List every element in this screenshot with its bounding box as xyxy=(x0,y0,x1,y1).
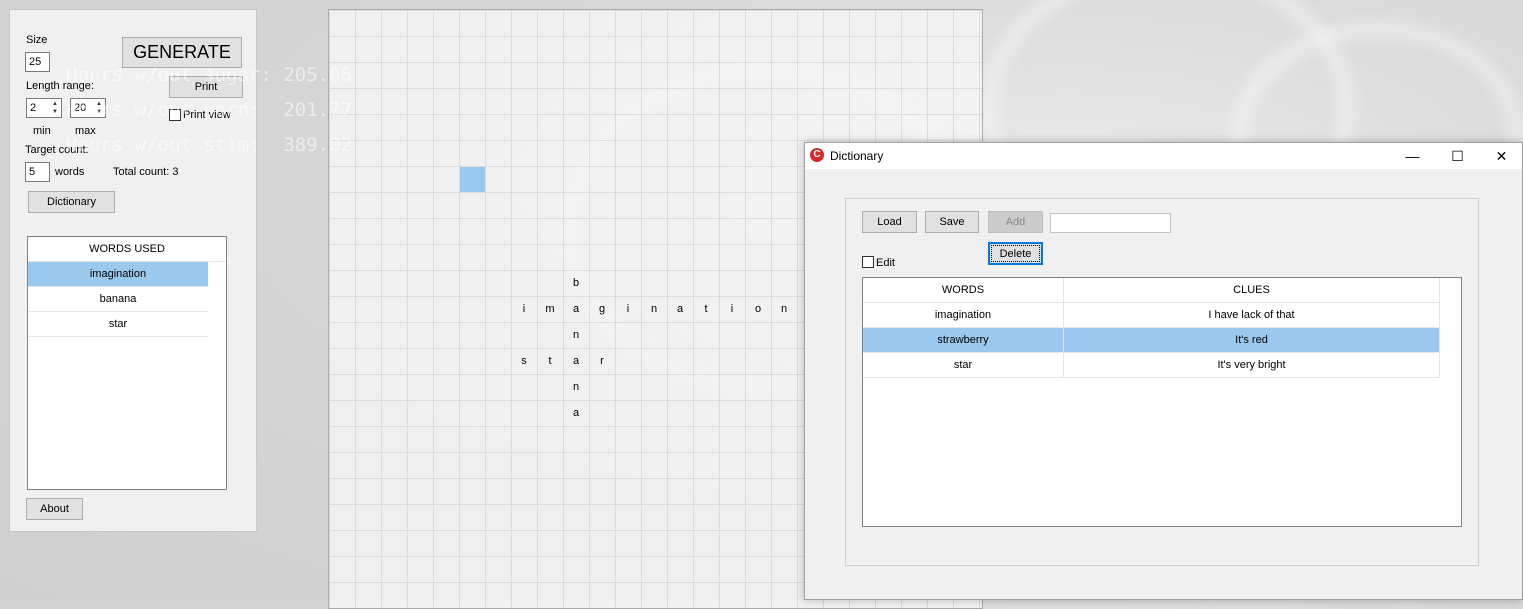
table-row[interactable]: star It's very bright xyxy=(863,353,1440,378)
load-button[interactable]: Load xyxy=(862,211,917,233)
dictionary-button[interactable]: Dictionary xyxy=(28,191,115,213)
list-item[interactable]: imagination xyxy=(28,262,208,287)
window-title: Dictionary xyxy=(830,149,884,163)
table-row[interactable]: imagination I have lack of that xyxy=(863,303,1440,328)
add-button[interactable]: Add xyxy=(988,211,1043,233)
grid-letter: g xyxy=(598,303,606,315)
grid-letter: i xyxy=(522,303,526,315)
print-view-checkbox[interactable] xyxy=(169,109,181,121)
print-button[interactable]: Print xyxy=(169,76,243,98)
generate-button[interactable]: GENERATE xyxy=(122,37,242,68)
grid-letter: t xyxy=(704,303,708,315)
dictionary-window: C Dictionary — ☐ ✕ Load Save Add Delete … xyxy=(804,142,1523,600)
print-view-label: Print view xyxy=(183,109,231,121)
words-label: words xyxy=(55,166,85,178)
word-input[interactable] xyxy=(1050,213,1171,233)
min-length-spinbox[interactable]: 2 ▲ ▼ xyxy=(26,98,62,118)
total-count-label: Total count: 3 xyxy=(113,166,179,178)
grid-letter: a xyxy=(572,303,580,315)
edit-label: Edit xyxy=(876,257,895,269)
grid-letter: m xyxy=(545,303,555,315)
size-input[interactable]: 25 xyxy=(25,52,50,72)
title-bar[interactable]: C Dictionary — ☐ ✕ xyxy=(805,143,1522,169)
spin-up-icon[interactable]: ▲ xyxy=(50,100,60,108)
dictionary-table[interactable]: WORDS CLUES imagination I have lack of t… xyxy=(862,277,1462,527)
target-count-label: Target count: xyxy=(25,144,89,156)
grid-letter: s xyxy=(521,355,527,367)
max-label: max xyxy=(75,125,96,137)
word-cell[interactable]: imagination xyxy=(863,303,1064,328)
spin-up-icon[interactable]: ▲ xyxy=(94,100,104,108)
words-used-list[interactable]: WORDS USED imagination banana star xyxy=(27,236,227,490)
min-label: min xyxy=(33,125,51,137)
grid-letter: i xyxy=(626,303,630,315)
maximize-icon[interactable]: ☐ xyxy=(1435,143,1480,169)
grid-letter: n xyxy=(572,381,580,393)
spin-down-icon[interactable]: ▼ xyxy=(94,108,104,116)
target-count-input[interactable]: 5 xyxy=(25,162,50,182)
about-button[interactable]: About xyxy=(26,498,83,520)
clue-cell[interactable]: It's very bright xyxy=(1064,353,1440,378)
grid-letter: n xyxy=(572,329,580,341)
list-item[interactable]: star xyxy=(28,312,208,337)
app-icon: C xyxy=(810,148,824,162)
control-panel: Size 25 GENERATE Print Print view Length… xyxy=(9,9,257,532)
column-header-words[interactable]: WORDS xyxy=(863,278,1064,303)
grid-letter: a xyxy=(572,355,580,367)
grid-letter: o xyxy=(754,303,762,315)
column-header-clues[interactable]: CLUES xyxy=(1064,278,1440,303)
close-icon[interactable]: ✕ xyxy=(1479,143,1523,169)
table-header: WORDS CLUES xyxy=(863,278,1440,303)
grid-letter: t xyxy=(548,355,552,367)
size-value: 25 xyxy=(29,56,42,68)
grid-letter: r xyxy=(600,355,604,367)
words-used-header: WORDS USED xyxy=(28,237,226,262)
delete-button[interactable]: Delete xyxy=(988,242,1043,265)
list-item[interactable]: banana xyxy=(28,287,208,312)
grid-letter: b xyxy=(572,277,580,289)
minimize-icon[interactable]: — xyxy=(1390,143,1435,169)
edit-checkbox[interactable] xyxy=(862,256,874,268)
max-length-spinbox[interactable]: 20 ▲ ▼ xyxy=(70,98,106,118)
clue-cell[interactable]: It's red xyxy=(1064,328,1440,353)
spin-down-icon[interactable]: ▼ xyxy=(50,108,60,116)
grid-letter: n xyxy=(650,303,658,315)
size-label: Size xyxy=(26,34,48,46)
max-length-value: 20 xyxy=(74,102,87,114)
clue-cell[interactable]: I have lack of that xyxy=(1064,303,1440,328)
grid-letter: a xyxy=(572,407,580,419)
save-button[interactable]: Save xyxy=(925,211,979,233)
selected-cell[interactable] xyxy=(460,167,485,192)
word-cell[interactable]: star xyxy=(863,353,1064,378)
grid-letter: a xyxy=(676,303,684,315)
min-length-value: 2 xyxy=(30,102,37,114)
target-count-value: 5 xyxy=(29,166,36,178)
grid-letter: n xyxy=(780,303,788,315)
grid-letter: i xyxy=(730,303,734,315)
word-cell[interactable]: strawberry xyxy=(863,328,1064,353)
length-range-label: Length range: xyxy=(26,80,94,92)
table-row[interactable]: strawberry It's red xyxy=(863,328,1440,353)
